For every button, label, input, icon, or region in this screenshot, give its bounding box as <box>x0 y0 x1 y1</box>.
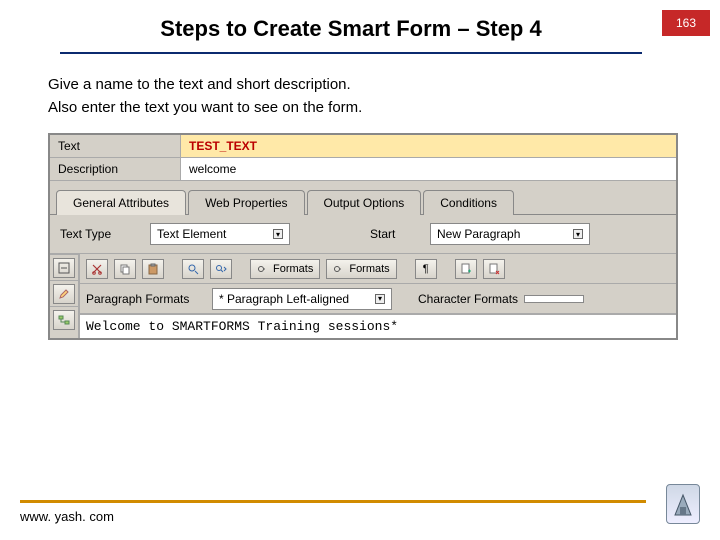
character-formats-dropdown[interactable] <box>524 295 584 303</box>
paragraph-formats-value: * Paragraph Left-aligned <box>219 292 349 306</box>
start-value: New Paragraph <box>437 227 520 241</box>
description-field-label: Description <box>50 158 180 180</box>
chevron-down-icon: ▾ <box>375 294 385 304</box>
text-field-value[interactable]: TEST_TEXT <box>180 135 676 157</box>
editor-toggle-icon[interactable] <box>53 258 75 278</box>
editor-text[interactable]: Welcome to SMARTFORMS Training sessions* <box>86 319 398 334</box>
structure-icon[interactable] <box>53 310 75 330</box>
find-next-icon[interactable] <box>210 259 232 279</box>
tab-conditions[interactable]: Conditions <box>423 190 514 215</box>
description-field-value[interactable]: welcome <box>180 158 676 180</box>
footer-url: www. yash. com <box>20 509 646 524</box>
instruction-line-1: Give a name to the text and short descri… <box>48 74 720 97</box>
cut-icon[interactable] <box>86 259 108 279</box>
formats-label-1: Formats <box>273 263 313 275</box>
paste-icon[interactable] <box>142 259 164 279</box>
formats-button-2[interactable]: Formats <box>326 259 396 279</box>
edit-icon[interactable] <box>53 284 75 304</box>
text-type-label: Text Type <box>60 227 140 241</box>
page-number-badge: 163 <box>662 10 710 36</box>
start-label: Start <box>370 227 420 241</box>
tab-output-options[interactable]: Output Options <box>307 190 422 215</box>
delete-page-icon[interactable] <box>483 259 505 279</box>
tab-web-properties[interactable]: Web Properties <box>188 190 304 215</box>
chevron-down-icon: ▾ <box>573 229 583 239</box>
slide-title: Steps to Create Smart Form – Step 4 <box>60 10 642 54</box>
tab-strip: General Attributes Web Properties Output… <box>50 181 676 215</box>
formats-button-1[interactable]: Formats <box>250 259 320 279</box>
text-type-dropdown[interactable]: Text Element ▾ <box>150 223 290 245</box>
pilcrow-icon[interactable]: ¶ <box>415 259 437 279</box>
company-logo-icon <box>666 484 700 524</box>
insert-page-icon[interactable] <box>455 259 477 279</box>
start-dropdown[interactable]: New Paragraph ▾ <box>430 223 590 245</box>
paragraph-formats-label: Paragraph Formats <box>86 292 206 306</box>
character-formats-label: Character Formats <box>418 292 518 306</box>
copy-icon[interactable] <box>114 259 136 279</box>
chevron-down-icon: ▾ <box>273 229 283 239</box>
find-icon[interactable] <box>182 259 204 279</box>
tab-general-attributes[interactable]: General Attributes <box>56 190 186 215</box>
formats-label-2: Formats <box>349 263 389 275</box>
paragraph-formats-dropdown[interactable]: * Paragraph Left-aligned ▾ <box>212 288 392 310</box>
text-type-value: Text Element <box>157 227 226 241</box>
text-field-label: Text <box>50 135 180 157</box>
instruction-line-2: Also enter the text you want to see on t… <box>48 97 720 120</box>
footer-divider <box>20 500 646 503</box>
sap-screenshot-panel: Text TEST_TEXT Description welcome Gener… <box>48 133 678 340</box>
